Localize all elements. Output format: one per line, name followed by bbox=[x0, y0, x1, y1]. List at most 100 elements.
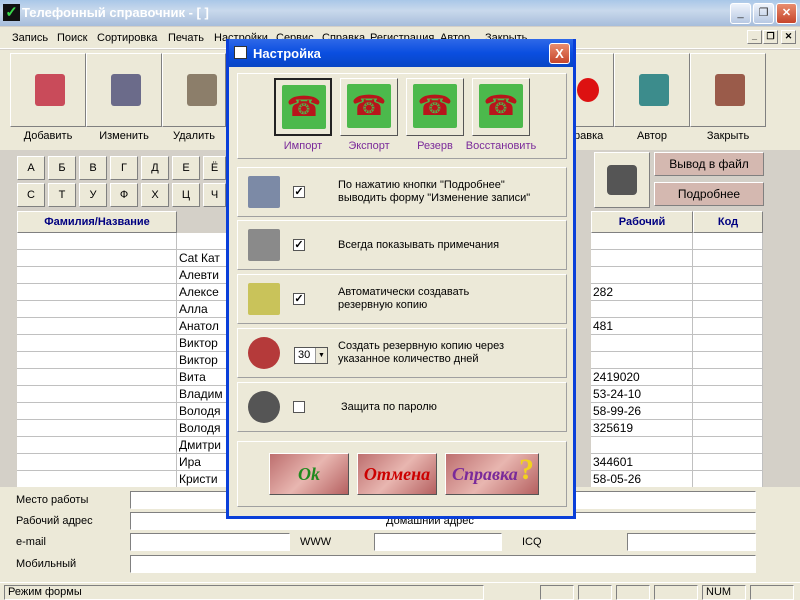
code-cell[interactable] bbox=[693, 386, 763, 403]
blank-cell[interactable] bbox=[17, 335, 177, 352]
work-phone-cell[interactable]: 53-24-10 bbox=[591, 386, 693, 403]
maximize-button[interactable]: ❐ bbox=[753, 3, 774, 24]
export-file-button[interactable]: Вывод в файл bbox=[654, 152, 764, 176]
minimize-button[interactable]: _ bbox=[730, 3, 751, 24]
letter-button[interactable]: У bbox=[79, 183, 107, 207]
work-phone-cell[interactable]: 282 bbox=[591, 284, 693, 301]
password-checkbox[interactable] bbox=[293, 401, 305, 413]
www-field[interactable] bbox=[374, 533, 502, 551]
restore-button[interactable]: ☎ bbox=[472, 78, 530, 136]
edit-button[interactable] bbox=[86, 53, 162, 127]
cancel-button[interactable]: Отмена bbox=[357, 453, 437, 495]
code-cell[interactable] bbox=[693, 352, 763, 369]
name-cell[interactable]: Виктор bbox=[177, 352, 227, 369]
work-phone-cell[interactable] bbox=[591, 352, 693, 369]
code-cell[interactable] bbox=[693, 420, 763, 437]
work-phone-cell[interactable]: 344601 bbox=[591, 454, 693, 471]
letter-button[interactable]: В bbox=[79, 156, 107, 180]
name-cell[interactable]: Владим bbox=[177, 386, 227, 403]
name-cell[interactable]: Алексе bbox=[177, 284, 227, 301]
blank-cell[interactable] bbox=[17, 352, 177, 369]
letter-button[interactable]: Б bbox=[48, 156, 76, 180]
mdi-restore-button[interactable]: ❐ bbox=[763, 30, 778, 44]
export-button[interactable]: ☎ bbox=[340, 78, 398, 136]
letter-button[interactable]: Ц bbox=[172, 183, 200, 207]
work-phone-cell[interactable] bbox=[591, 335, 693, 352]
blank-cell[interactable] bbox=[17, 267, 177, 284]
work-phone-cell[interactable] bbox=[591, 250, 693, 267]
name-cell[interactable]: Ира bbox=[177, 454, 227, 471]
menu-search[interactable]: Поиск bbox=[57, 32, 87, 44]
blank-cell[interactable] bbox=[17, 420, 177, 437]
letter-button[interactable]: Ч bbox=[203, 183, 226, 207]
header-name[interactable]: Фамилия/Название bbox=[17, 211, 177, 233]
code-cell[interactable] bbox=[693, 437, 763, 454]
letter-button[interactable]: Т bbox=[48, 183, 76, 207]
letter-button[interactable]: Е bbox=[172, 156, 200, 180]
backup-button[interactable]: ☎ bbox=[406, 78, 464, 136]
name-cell[interactable]: Володя bbox=[177, 420, 227, 437]
code-cell[interactable] bbox=[693, 250, 763, 267]
close-window-button[interactable]: ✕ bbox=[776, 3, 797, 24]
blank-cell[interactable] bbox=[17, 233, 177, 250]
work-phone-cell[interactable] bbox=[591, 233, 693, 250]
code-cell[interactable] bbox=[693, 369, 763, 386]
blank-cell[interactable] bbox=[17, 386, 177, 403]
menu-sort[interactable]: Сортировка bbox=[97, 32, 157, 44]
name-cell[interactable]: Дмитри bbox=[177, 437, 227, 454]
import-button[interactable]: ☎ bbox=[274, 78, 332, 136]
blank-cell[interactable] bbox=[17, 250, 177, 267]
letter-button[interactable]: С bbox=[17, 183, 45, 207]
work-phone-cell[interactable] bbox=[591, 437, 693, 454]
letter-button[interactable]: Ф bbox=[110, 183, 138, 207]
blank-cell[interactable] bbox=[17, 471, 177, 488]
backup-days-select[interactable]: 30 ▼ bbox=[294, 347, 328, 364]
delete-button[interactable] bbox=[162, 53, 226, 127]
email-field[interactable] bbox=[130, 533, 290, 551]
letter-button[interactable]: Д bbox=[141, 156, 169, 180]
blank-cell[interactable] bbox=[17, 403, 177, 420]
letter-button[interactable]: Ё bbox=[203, 156, 226, 180]
work-phone-cell[interactable]: 481 bbox=[591, 318, 693, 335]
work-phone-cell[interactable]: 2419020 bbox=[591, 369, 693, 386]
help-toolbar-button[interactable] bbox=[574, 53, 614, 127]
code-cell[interactable] bbox=[693, 301, 763, 318]
dialog-close-button[interactable]: X bbox=[549, 43, 570, 64]
letter-button[interactable]: Г bbox=[110, 156, 138, 180]
header-code[interactable]: Код bbox=[693, 211, 763, 233]
icq-field[interactable] bbox=[627, 533, 756, 551]
name-cell[interactable]: Алевти bbox=[177, 267, 227, 284]
work-phone-cell[interactable]: 325619 bbox=[591, 420, 693, 437]
code-cell[interactable] bbox=[693, 233, 763, 250]
mdi-minimize-button[interactable]: _ bbox=[747, 30, 762, 44]
code-cell[interactable] bbox=[693, 454, 763, 471]
blank-cell[interactable] bbox=[17, 301, 177, 318]
ok-button[interactable]: Ok bbox=[269, 453, 349, 495]
code-cell[interactable] bbox=[693, 471, 763, 488]
dialog-title-bar[interactable]: Настройка X bbox=[229, 39, 573, 67]
code-cell[interactable] bbox=[693, 335, 763, 352]
work-phone-cell[interactable]: 58-05-26 bbox=[591, 471, 693, 488]
blank-cell[interactable] bbox=[17, 437, 177, 454]
blank-cell[interactable] bbox=[17, 369, 177, 386]
name-cell[interactable]: Кристи bbox=[177, 471, 227, 488]
auto-backup-checkbox[interactable]: ✓ bbox=[293, 293, 305, 305]
name-cell[interactable]: Вита bbox=[177, 369, 227, 386]
author-button[interactable] bbox=[614, 53, 690, 127]
chevron-down-icon[interactable]: ▼ bbox=[315, 348, 327, 363]
menu-print[interactable]: Печать bbox=[168, 32, 204, 44]
letter-button[interactable]: Х bbox=[141, 183, 169, 207]
work-phone-cell[interactable] bbox=[591, 267, 693, 284]
main-title-bar[interactable]: ✓ Телефонный справочник - [ ] _ ❐ ✕ bbox=[0, 0, 800, 26]
name-cell[interactable]: Cat Кат bbox=[177, 250, 227, 267]
code-cell[interactable] bbox=[693, 267, 763, 284]
code-cell[interactable] bbox=[693, 403, 763, 420]
name-cell[interactable]: Алла bbox=[177, 301, 227, 318]
name-cell[interactable]: Володя bbox=[177, 403, 227, 420]
work-phone-cell[interactable]: 58-99-26 bbox=[591, 403, 693, 420]
show-notes-checkbox[interactable]: ✓ bbox=[293, 239, 305, 251]
work-phone-cell[interactable] bbox=[591, 301, 693, 318]
details-button[interactable]: Подробнее bbox=[654, 182, 764, 206]
letter-button[interactable]: А bbox=[17, 156, 45, 180]
blank-cell[interactable] bbox=[17, 318, 177, 335]
